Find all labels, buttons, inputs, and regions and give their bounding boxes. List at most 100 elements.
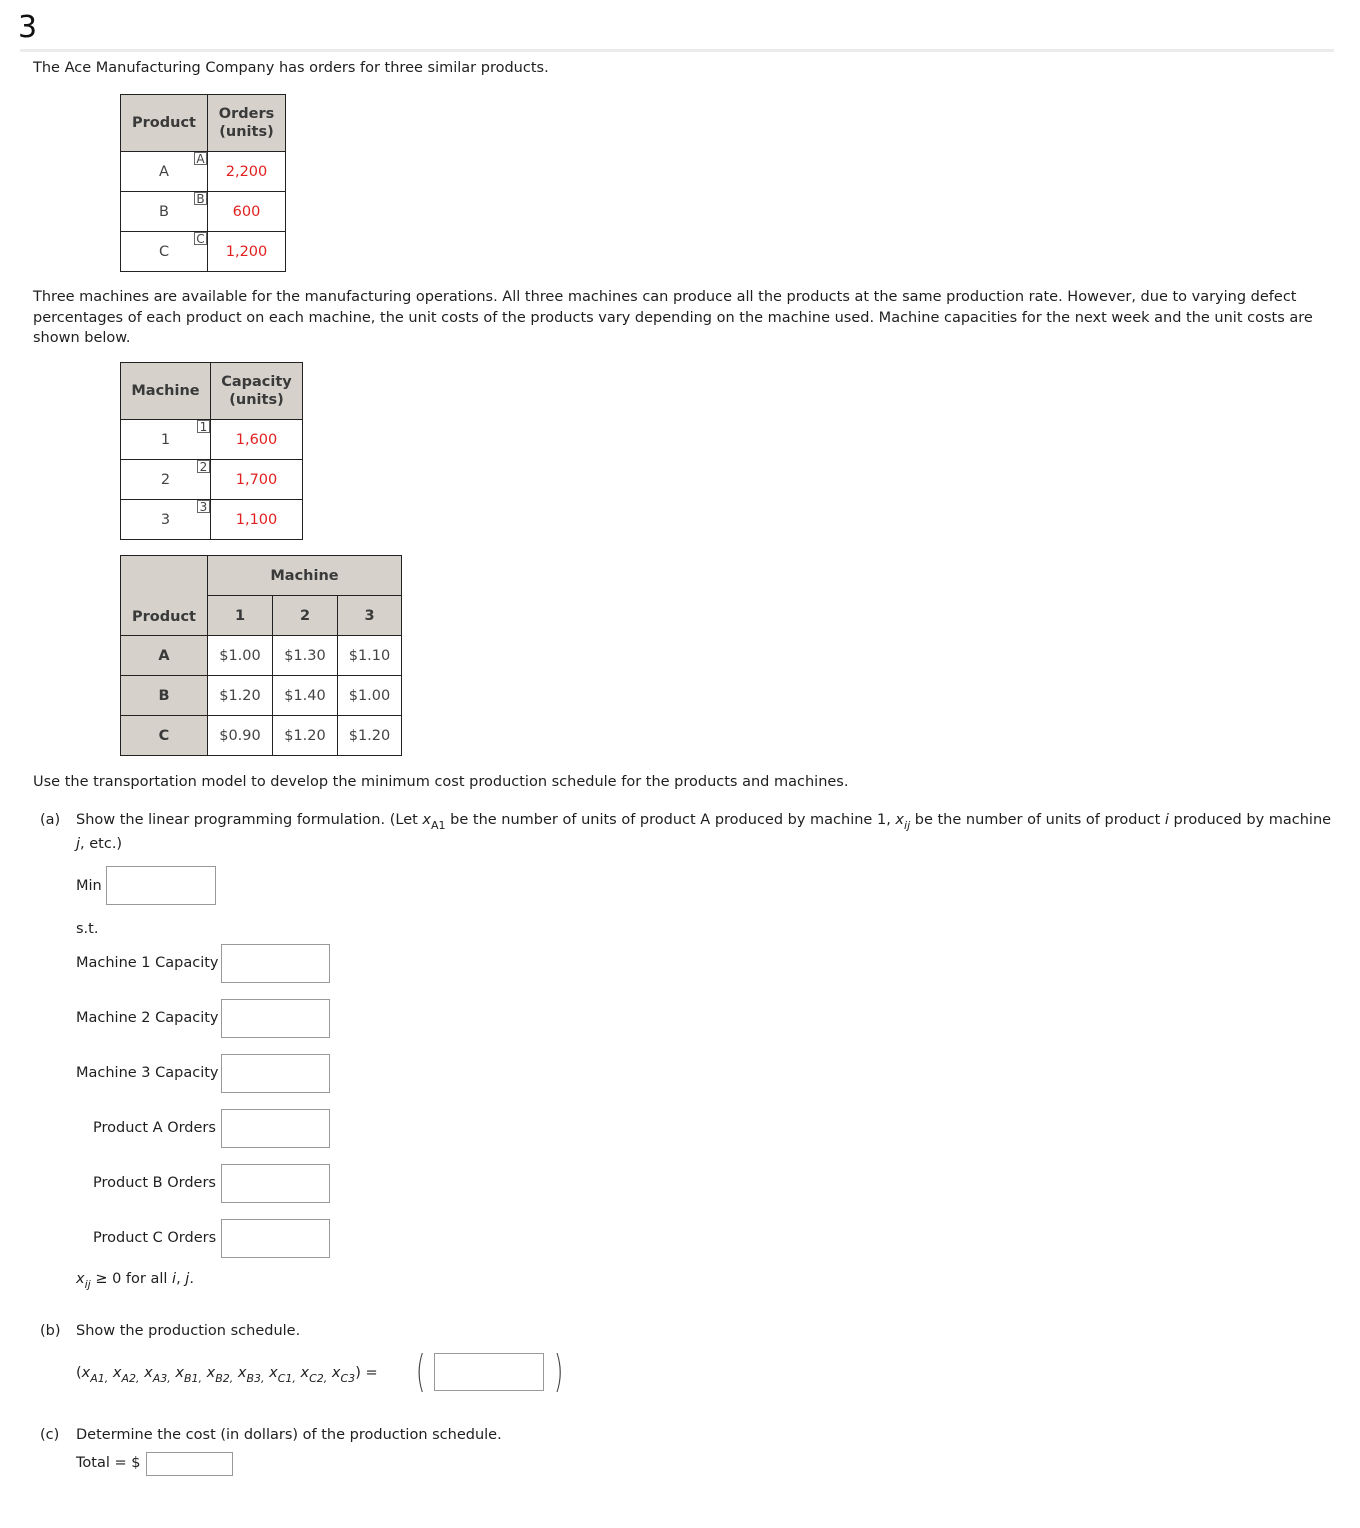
table-row: BB 600: [120, 191, 286, 232]
subscript: C2,: [309, 1372, 328, 1385]
machines-paragraph: Three machines are available for the man…: [33, 287, 1313, 349]
paragraph-line: Three machines are available for the man…: [33, 289, 1297, 305]
constraint-label-machine-3: Machine 3 Capacity: [76, 1065, 219, 1081]
constraint-input-machine-1[interactable]: [221, 944, 330, 983]
tag-label: B: [194, 192, 207, 206]
cost-value: $1.20: [272, 715, 338, 756]
cost-value: $1.00: [207, 635, 273, 676]
table-row: C $0.90 $1.20 $1.20: [120, 715, 402, 756]
orders-header-orders-line1: Orders: [218, 106, 275, 122]
constraint-input-product-c[interactable]: [221, 1219, 330, 1258]
capacity-header-line1: Capacity: [221, 374, 292, 390]
capacity-value: 1,700: [210, 459, 303, 500]
subscript: B1,: [183, 1372, 203, 1385]
text: be the number of units of product: [910, 812, 1165, 828]
capacity-header-line2: (units): [229, 392, 284, 408]
transport-instruction: Use the transportation model to develop …: [33, 774, 849, 790]
text: .: [189, 1271, 194, 1287]
machine-label: 1: [160, 431, 171, 448]
product-label: B: [159, 203, 169, 220]
orders-value: 600: [207, 191, 286, 232]
capacity-value: 1,600: [210, 419, 303, 460]
constraint-label-machine-1: Machine 1 Capacity: [76, 955, 219, 971]
unit-cost-table: Product Machine 1 2 3 A $1.00 $1.30 $1.1…: [120, 555, 402, 756]
cost-header-product: Product: [120, 555, 208, 636]
capacity-header-capacity: Capacity (units): [210, 362, 303, 420]
table-row: 33 1,100: [120, 499, 303, 540]
machine-cell: 33: [120, 499, 211, 540]
cost-value: $1.00: [337, 675, 402, 716]
machine-cell: 11: [120, 419, 211, 460]
paragraph-line: shown below.: [33, 330, 131, 346]
constraint-input-machine-2[interactable]: [221, 999, 330, 1038]
total-label: Total = $: [76, 1455, 141, 1471]
part-b-instruction: Show the production schedule.: [76, 1323, 301, 1339]
cost-value: $1.10: [337, 635, 402, 676]
subscript: A1,: [90, 1372, 109, 1385]
capacity-header-machine: Machine: [120, 362, 211, 420]
constraint-label-machine-2: Machine 2 Capacity: [76, 1010, 219, 1026]
schedule-input[interactable]: [434, 1353, 544, 1391]
table-row: 2 2 1,700: [120, 459, 303, 500]
capacity-table: Machine Capacity (units) 11 1,600 22 1,7…: [120, 362, 303, 540]
var-x: x: [300, 1365, 310, 1381]
left-paren: (: [415, 1346, 426, 1397]
tag-label: 2: [197, 460, 210, 474]
min-label: Min: [76, 878, 102, 894]
constraint-input-product-b[interactable]: [221, 1164, 330, 1203]
constraint-input-machine-3[interactable]: [221, 1054, 330, 1093]
orders-value: 2,200: [207, 151, 286, 192]
var-x: x: [81, 1365, 91, 1381]
total-cost-input[interactable]: [146, 1452, 233, 1476]
constraint-label-product-a: Product A Orders: [93, 1120, 216, 1136]
text: ,: [176, 1271, 186, 1287]
machine-label: 3: [160, 511, 171, 528]
capacity-value: 1,100: [210, 499, 303, 540]
constraint-input-product-a[interactable]: [221, 1109, 330, 1148]
part-a-instruction-line2: j, etc.): [76, 836, 122, 852]
subscript: A1: [431, 819, 446, 832]
part-b-label: (b): [40, 1323, 61, 1339]
right-paren: ): [553, 1346, 564, 1397]
subscript: C1,: [277, 1372, 296, 1385]
product-cell: CC: [120, 231, 208, 272]
tag-label: C: [194, 232, 207, 246]
cost-value: $1.20: [207, 675, 273, 716]
orders-header-product: Product: [120, 94, 208, 152]
subscript: A2,: [121, 1372, 140, 1385]
var-x: x: [422, 812, 432, 828]
cost-value: $1.30: [272, 635, 338, 676]
question-number: 3: [18, 10, 38, 45]
cost-row-product: B: [120, 675, 208, 716]
nonnegativity-constraint: xij ≥ 0 for all i, j.: [76, 1271, 194, 1291]
table-row: A $1.00 $1.30 $1.10: [120, 635, 402, 676]
table-row: A A 2,200: [120, 151, 286, 192]
equals-sign: =: [365, 1365, 378, 1381]
objective-input[interactable]: [106, 866, 216, 905]
product-cell: BB: [120, 191, 208, 232]
cost-header-machine: Machine: [207, 555, 402, 596]
part-c-label: (c): [40, 1427, 60, 1443]
part-a-label: (a): [40, 812, 61, 828]
tag-label: A: [194, 152, 207, 166]
cost-header-machine-2: 2: [272, 595, 338, 636]
var-x: x: [269, 1365, 278, 1381]
tag-label: 3: [197, 500, 210, 514]
text: ≥ 0 for all: [90, 1271, 173, 1287]
machine-label: 2: [160, 471, 171, 488]
constraint-label-product-c: Product C Orders: [93, 1230, 217, 1246]
product-label: A: [159, 163, 169, 180]
constraint-label-product-b: Product B Orders: [93, 1175, 216, 1191]
intro-text: The Ace Manufacturing Company has orders…: [33, 60, 549, 76]
subscript: C3: [340, 1372, 356, 1385]
var-x: x: [206, 1365, 216, 1381]
subscript: B3,: [246, 1372, 265, 1385]
subscript: ij: [904, 819, 911, 832]
subscript: A3,: [152, 1372, 171, 1385]
table-row: CC 1,200: [120, 231, 286, 272]
subscript: B2,: [215, 1372, 234, 1385]
tag-label: 1: [197, 420, 210, 434]
st-label: s.t.: [76, 921, 99, 937]
var-x: x: [76, 1271, 85, 1287]
var-x: x: [144, 1365, 153, 1381]
